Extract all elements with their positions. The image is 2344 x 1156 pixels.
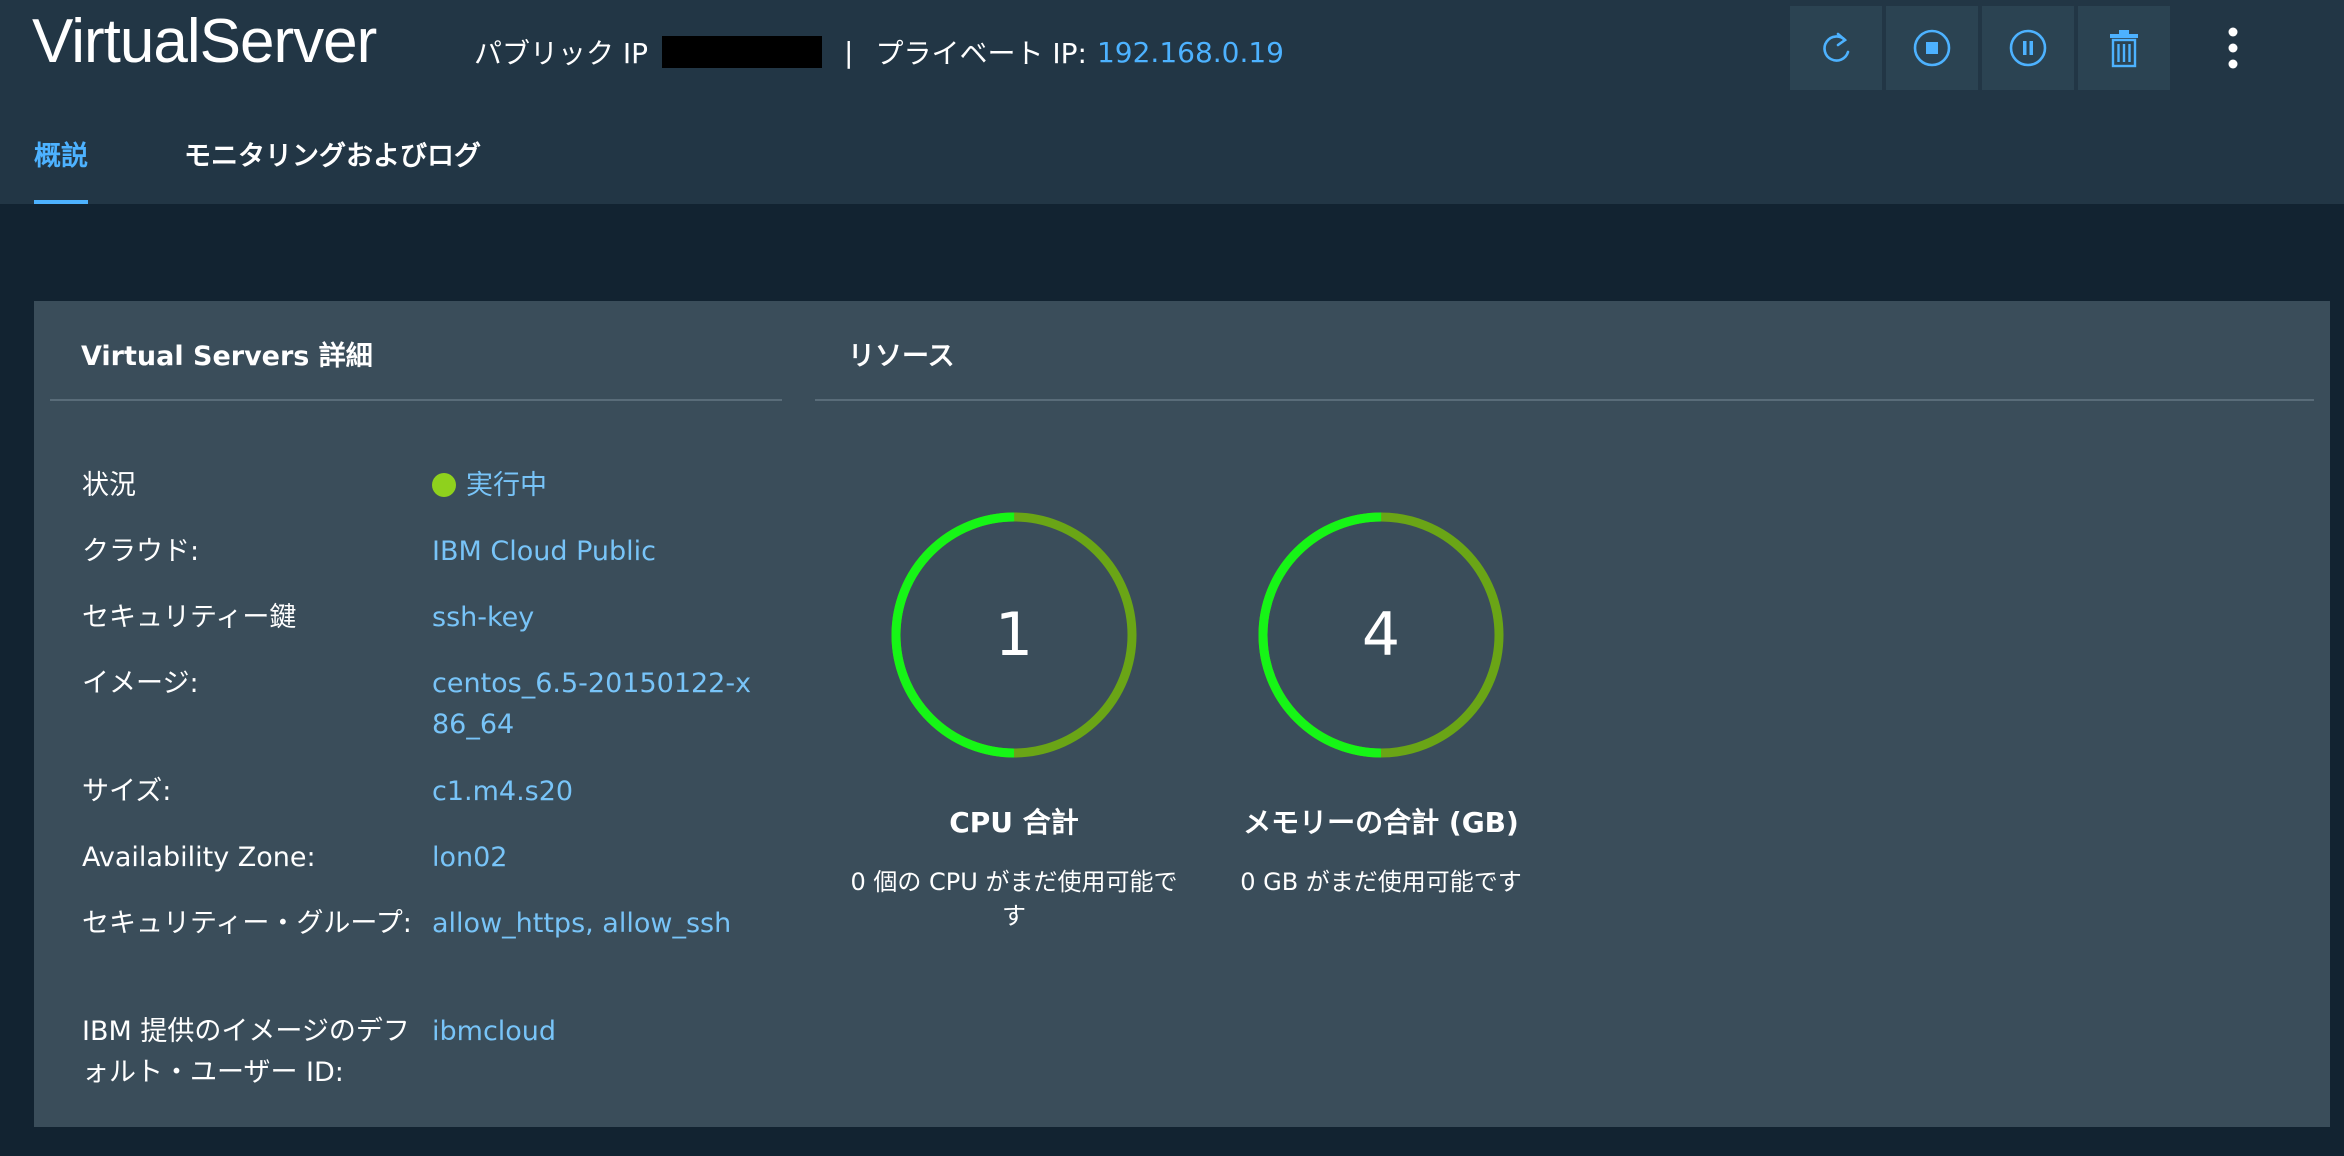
private-ip-value: 192.168.0.19 bbox=[1096, 35, 1284, 69]
pause-icon bbox=[2009, 29, 2047, 67]
details-section-title: Virtual Servers 詳細 bbox=[81, 341, 373, 372]
detail-label: セキュリティー・グループ: bbox=[82, 908, 412, 939]
restart-button[interactable] bbox=[1790, 6, 1882, 90]
detail-value: centos_6.5-20150122-x86_64 bbox=[432, 668, 752, 740]
detail-label: 状況 bbox=[82, 470, 136, 501]
detail-label: サイズ: bbox=[82, 776, 172, 807]
detail-label: Availability Zone: bbox=[82, 842, 316, 873]
tab-bar: 概説 モニタリングおよびログ bbox=[34, 118, 577, 204]
detail-label: クラウド: bbox=[82, 536, 200, 567]
gauge-value: 4 bbox=[1361, 600, 1401, 670]
status-running-dot bbox=[432, 473, 456, 497]
detail-label: セキュリティー鍵 bbox=[82, 602, 297, 633]
stop-icon bbox=[1913, 29, 1951, 67]
resources-divider bbox=[815, 399, 2314, 401]
ip-info: パブリック IP | プライベート IP: 192.168.0.19 bbox=[474, 32, 1284, 72]
detail-value: ibmcloud bbox=[432, 1016, 557, 1047]
detail-label: イメージ: bbox=[82, 668, 199, 699]
server-detail-card: Virtual Servers 詳細 リソース 状況 実行中 クラウド: IBM… bbox=[34, 301, 2330, 1127]
detail-value: lon02 bbox=[432, 842, 508, 873]
detail-value: 実行中 bbox=[432, 465, 752, 506]
stop-button[interactable] bbox=[1886, 6, 1978, 90]
gauge-label: CPU 合計 bbox=[949, 806, 1079, 839]
delete-button[interactable] bbox=[2078, 6, 2170, 90]
details-divider bbox=[50, 399, 782, 401]
app-title: VirtualServer bbox=[32, 7, 377, 76]
app-header: VirtualServer パブリック IP | プライベート IP: 192.… bbox=[0, 0, 2344, 204]
gauge-subtext: 0 個の CPU がまだ使用可能です bbox=[850, 868, 1178, 930]
ip-separator: | bbox=[844, 35, 854, 69]
tab-monitoring-logs[interactable]: モニタリングおよびログ bbox=[184, 118, 481, 204]
trash-icon bbox=[2110, 30, 2138, 68]
memory-gauge: 4 メモリーの合計 (GB) 0 GB がまだ使用可能です bbox=[1216, 511, 1546, 899]
restart-icon bbox=[1823, 32, 1850, 62]
gauge-subtext: 0 GB がまだ使用可能です bbox=[1240, 868, 1522, 896]
gauge-ring: 1 bbox=[890, 511, 1138, 759]
detail-value: ssh-key bbox=[432, 602, 535, 633]
pause-button[interactable] bbox=[1982, 6, 2074, 90]
cpu-gauge: 1 CPU 合計 0 個の CPU がまだ使用可能です bbox=[849, 511, 1179, 933]
gauge-ring: 4 bbox=[1257, 511, 1505, 759]
action-toolbar bbox=[1790, 6, 2170, 90]
detail-value: IBM Cloud Public bbox=[432, 536, 656, 567]
detail-value: allow_https, allow_ssh bbox=[432, 908, 732, 939]
public-ip-redacted bbox=[662, 36, 823, 68]
detail-label: IBM 提供のイメージのデフォルト・ユーザー ID: bbox=[82, 1016, 410, 1088]
public-ip-label: パブリック IP bbox=[474, 37, 649, 70]
overflow-menu-button[interactable] bbox=[2200, 6, 2266, 90]
gauge-value: 1 bbox=[994, 600, 1034, 670]
status-text: 実行中 bbox=[466, 470, 547, 501]
detail-value: c1.m4.s20 bbox=[432, 776, 574, 807]
private-ip-label: プライベート IP: bbox=[875, 37, 1087, 70]
overflow-menu-icon bbox=[2228, 27, 2238, 69]
tab-overview[interactable]: 概説 bbox=[34, 118, 88, 204]
gauge-label: メモリーの合計 (GB) bbox=[1243, 806, 1519, 839]
resources-section-title: リソース bbox=[848, 341, 955, 372]
